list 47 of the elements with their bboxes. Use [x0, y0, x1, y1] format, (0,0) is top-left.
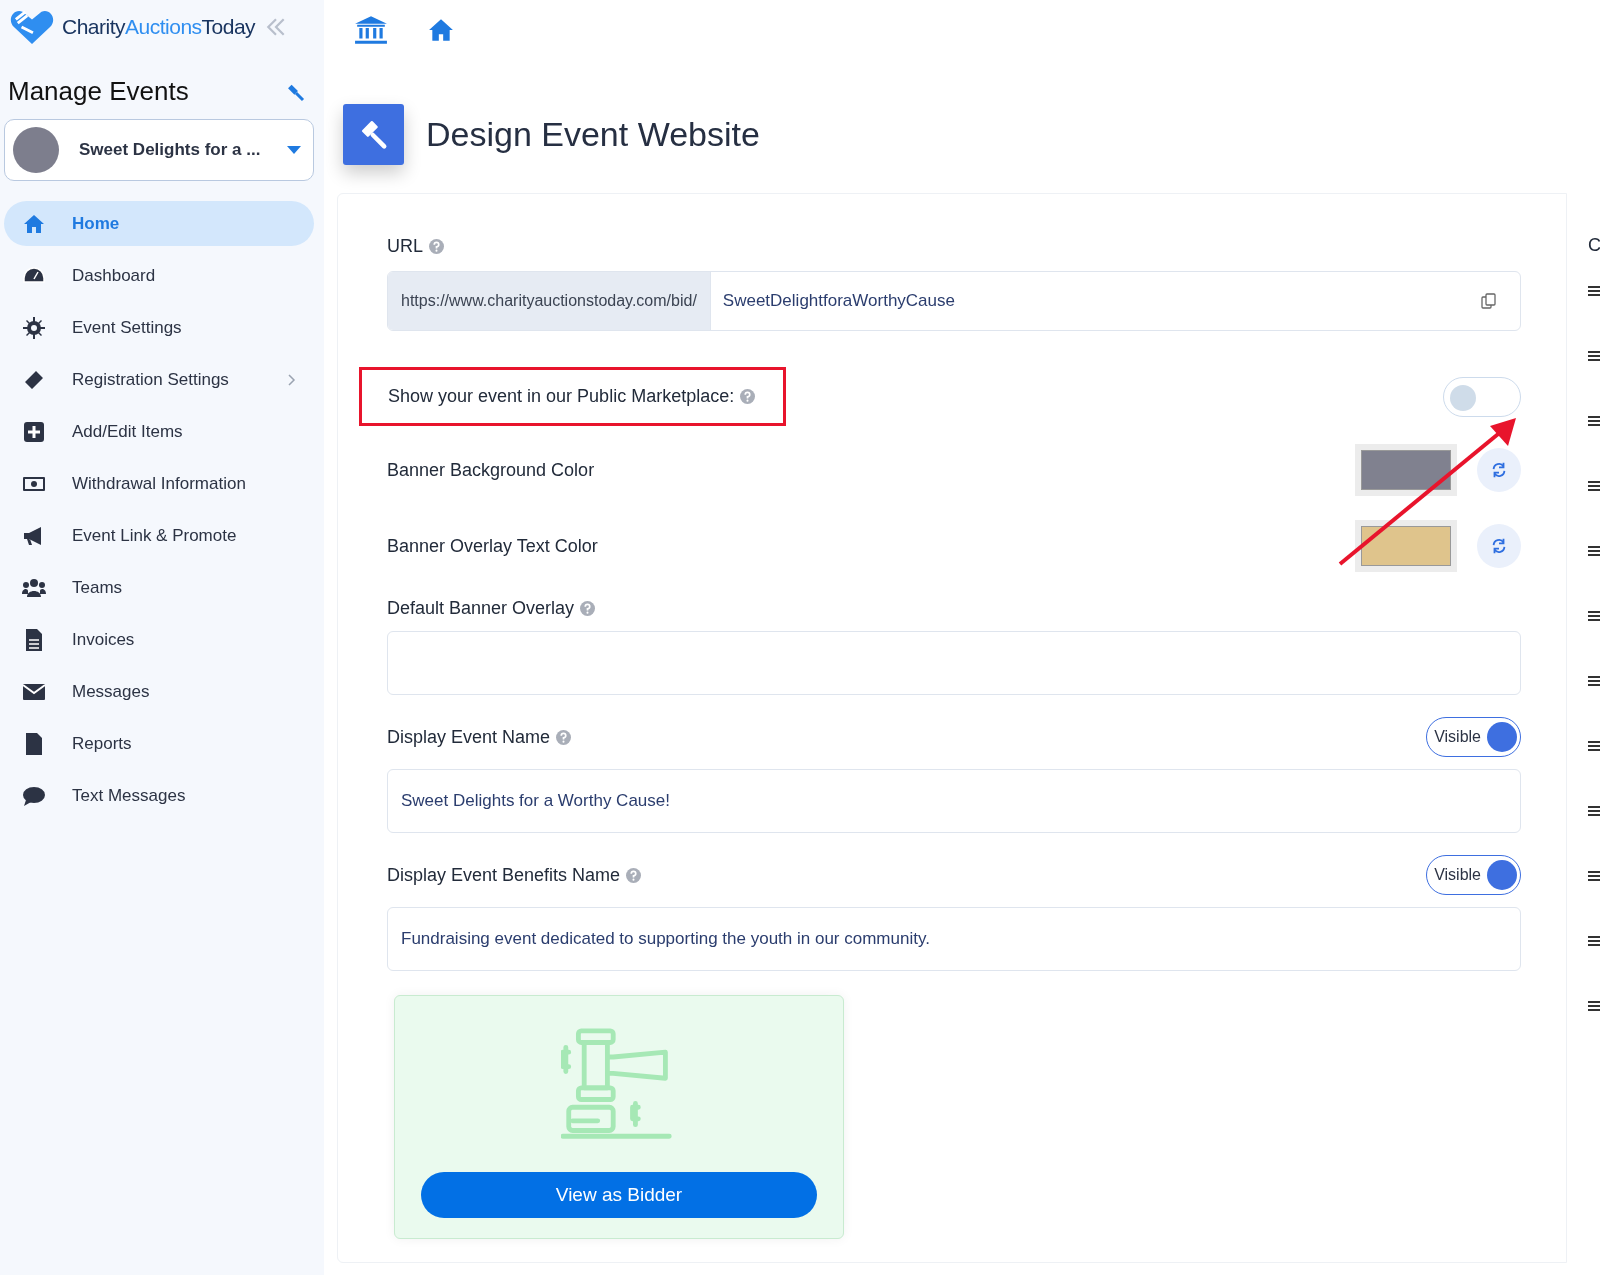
gavel-badge [343, 104, 404, 165]
bank-icon[interactable] [354, 15, 388, 45]
refresh-icon [1490, 537, 1508, 555]
sidebar-item[interactable]: Teams [4, 565, 314, 610]
field-label: Display Event Benefits Name [387, 864, 621, 886]
copy-icon[interactable] [1480, 292, 1498, 310]
event-selector[interactable]: Sweet Delights for a ... [4, 119, 314, 181]
url-field[interactable]: https://www.charityauctionstoday.com/bid/ SweetDelightforaWorthyCause [387, 271, 1521, 331]
toggle-switch[interactable] [1443, 376, 1521, 417]
field-label: Display Event Name [387, 726, 551, 748]
sidebar-item[interactable]: Add/Edit Items [4, 409, 314, 454]
caret-icon [287, 146, 301, 154]
visibility-toggle[interactable]: Visible [1426, 855, 1521, 895]
page-title: Design Event Website [426, 115, 760, 154]
sidebar-item[interactable]: Text Messages [4, 773, 314, 818]
input-field[interactable]: Fundraising event dedicated to supporting the youth in our community. [387, 907, 1521, 971]
field-label: Default Banner Overlay [387, 598, 575, 619]
heart-logo-icon [8, 8, 56, 46]
refresh-icon [1490, 461, 1508, 479]
input-field[interactable] [387, 631, 1521, 695]
sidebar-item[interactable]: Reports [4, 721, 314, 766]
visibility-toggle[interactable]: Visible [1426, 717, 1521, 757]
sidebar-item[interactable]: Dashboard [4, 253, 314, 298]
gear-icon [22, 315, 46, 340]
refresh-button[interactable] [1477, 524, 1521, 568]
logo-text: CharityAuctionsToday [62, 15, 256, 39]
color-swatch[interactable] [1355, 520, 1457, 572]
view-as-bidder-button[interactable]: View as Bidder [421, 1172, 817, 1218]
sidebar-title: Manage Events [8, 76, 189, 107]
photo-placeholder [13, 127, 59, 173]
sidebar-item[interactable]: Registration Settings [4, 357, 314, 402]
plus-icon [22, 419, 46, 444]
sidebar-item[interactable]: Invoices [4, 617, 314, 662]
column-heading: C [1588, 235, 1600, 255]
field-label: Banner Overlay Text Color [387, 535, 599, 557]
refresh-button[interactable] [1477, 448, 1521, 492]
color-swatch[interactable] [1355, 444, 1457, 496]
sidebar-item[interactable]: Withdrawal Information [4, 461, 314, 506]
sidebar-item[interactable]: Event Link & Promote [4, 513, 314, 558]
sidebar-item[interactable]: Messages [4, 669, 314, 714]
field-label: Show your event in our Public Marketplace: [388, 386, 735, 407]
field-label: URL [387, 236, 423, 257]
field-label: Banner Background Color [387, 459, 596, 481]
home-icon[interactable] [428, 18, 454, 42]
sidebar-item[interactable]: Event Settings [4, 305, 314, 350]
input-field[interactable]: Sweet Delights for a Worthy Cause! [387, 769, 1521, 833]
url-prefix: https://www.charityauctionstoday.com/bid/ [388, 272, 711, 330]
